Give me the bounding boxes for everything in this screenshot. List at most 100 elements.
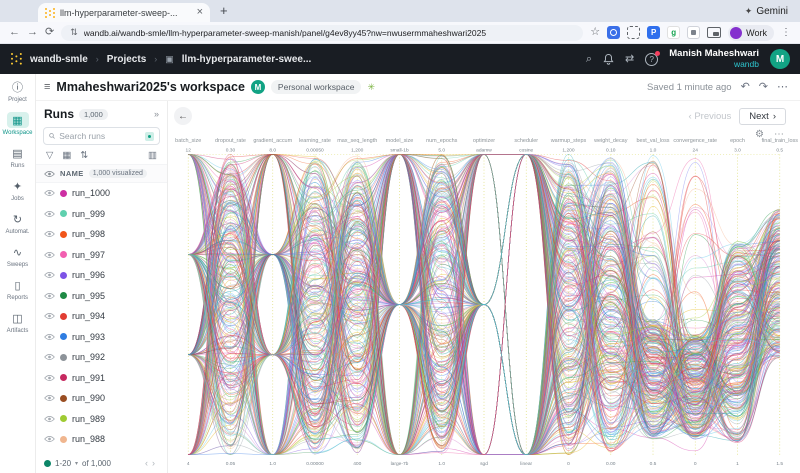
next-panel-button[interactable]: Next › (739, 107, 786, 125)
back-nav-icon[interactable]: ← (9, 27, 20, 38)
axis-label[interactable]: weight_decay (593, 138, 628, 144)
run-visibility-eye-icon[interactable] (44, 210, 55, 218)
run-list-item[interactable]: run_988 (36, 429, 167, 450)
breadcrumb-entity[interactable]: wandb-smle (30, 54, 88, 65)
site-settings-icon[interactable]: ⇅ (70, 27, 78, 38)
browser-tab[interactable]: llm-hyperparameter-sweep-... × (38, 3, 210, 22)
extensions-puzzle-icon[interactable] (687, 26, 701, 39)
axis-label[interactable]: scheduler (514, 138, 538, 144)
tab-close-icon[interactable]: × (197, 7, 203, 18)
run-visibility-eye-icon[interactable] (44, 333, 55, 341)
extension-icon-capture[interactable] (627, 26, 641, 39)
run-visibility-eye-icon[interactable] (44, 292, 55, 300)
panel-menu-icon[interactable]: ⋯ (774, 129, 784, 140)
run-visibility-eye-icon[interactable] (44, 251, 55, 259)
sync-icon[interactable]: ⇄ (625, 53, 634, 65)
forward-nav-icon[interactable]: → (27, 27, 38, 38)
run-visibility-eye-icon[interactable] (44, 271, 55, 279)
run-list-item[interactable]: run_993 (36, 327, 167, 348)
run-list-item[interactable]: run_994 (36, 306, 167, 327)
group-icon[interactable]: ▦ (62, 150, 71, 161)
axis-label[interactable]: dropout_rate (215, 138, 246, 144)
run-list-item[interactable]: run_998 (36, 224, 167, 245)
axis-label[interactable]: warmup_steps (550, 138, 587, 144)
sidebar-item-workspace[interactable]: ▦ Workspace (1, 112, 35, 136)
bell-icon[interactable] (603, 53, 614, 65)
axis-label[interactable]: batch_size (175, 138, 201, 144)
run-visibility-eye-icon[interactable] (44, 394, 55, 402)
run-visibility-eye-icon[interactable] (44, 189, 55, 197)
help-icon[interactable]: ? (645, 50, 661, 66)
run-list-item[interactable]: run_999 (36, 204, 167, 225)
panel-settings-gear-icon[interactable]: ⚙ (755, 129, 764, 140)
expand-panel-icon[interactable]: » (154, 109, 159, 119)
run-visibility-eye-icon[interactable] (44, 353, 55, 361)
sidebar-item-sweeps[interactable]: ∿ Sweeps (1, 244, 35, 269)
run-list-item[interactable]: run_997 (36, 245, 167, 266)
filter-icon[interactable]: ▽ (46, 150, 53, 161)
run-list-item[interactable]: run_991 (36, 368, 167, 389)
redo-icon[interactable]: ↷ (759, 81, 768, 93)
sidebar-item-automat[interactable]: ↻ Automat. (1, 211, 35, 236)
runs-search-box[interactable] (43, 127, 160, 145)
axis-label[interactable]: convergence_rate (673, 138, 717, 144)
axis-label[interactable]: gradient_accum (253, 138, 292, 144)
sidebar-item-runs[interactable]: ▤ Runs (1, 145, 35, 170)
browser-profile-chip[interactable]: Work (728, 24, 774, 41)
bookmark-star-icon[interactable]: ☆ (590, 27, 600, 38)
axis-label[interactable]: max_seq_length (337, 138, 377, 144)
extension-icon-blue[interactable] (607, 26, 621, 39)
parallel-coordinates-panel[interactable]: batch_size 12 4 dropout_rate 0.30 0.05 gradien… (170, 133, 798, 471)
breadcrumb-project[interactable]: llm-hyperparameter-swee... (182, 54, 312, 65)
run-visibility-eye-icon[interactable] (44, 312, 55, 320)
axis-label[interactable]: num_epochs (426, 138, 457, 144)
undo-icon[interactable]: ↶ (741, 81, 750, 93)
run-list-item[interactable]: run_995 (36, 286, 167, 307)
run-visibility-eye-icon[interactable] (44, 230, 55, 238)
axis-label[interactable]: best_val_loss (636, 138, 669, 144)
columns-icon[interactable]: ▥ (148, 150, 157, 161)
run-list-item[interactable]: run_996 (36, 265, 167, 286)
user-block[interactable]: Manish Maheshwari wandb (669, 48, 759, 70)
breadcrumb-projects[interactable]: Projects (107, 54, 146, 65)
run-visibility-eye-icon[interactable] (44, 415, 55, 423)
page-range-caret-icon[interactable]: ▾ (75, 460, 78, 467)
axis-label[interactable]: optimizer (473, 138, 495, 144)
run-list-item[interactable]: run_990 (36, 388, 167, 409)
run-list-item[interactable]: run_1000 (36, 183, 167, 204)
reload-icon[interactable]: ⟳ (45, 27, 54, 38)
axis-label[interactable]: epoch (730, 138, 745, 144)
parallel-coordinates-chart[interactable]: batch_size124dropout_rate0.300.05gradien… (170, 133, 798, 471)
run-visibility-eye-icon[interactable] (44, 435, 55, 443)
run-list-item[interactable]: run_989 (36, 409, 167, 430)
sidebar-item-jobs[interactable]: ✦ Jobs (1, 178, 35, 203)
new-tab-button[interactable]: + (220, 0, 228, 22)
panel-toggle-icon[interactable]: ≡ (44, 81, 50, 93)
user-avatar[interactable]: M (770, 49, 790, 69)
wandb-logo-icon[interactable] (10, 53, 22, 65)
name-column-header[interactable]: NAME (60, 169, 84, 178)
search-icon[interactable]: ⌕ (586, 53, 592, 65)
side-panel-icon[interactable] (707, 27, 722, 38)
runs-search-input[interactable] (59, 131, 141, 141)
regex-toggle-icon[interactable] (145, 131, 154, 141)
visibility-icon[interactable] (44, 170, 55, 178)
axis-label[interactable]: model_size (386, 138, 414, 144)
sidebar-item-artifacts[interactable]: ◫ Artifacts (1, 310, 35, 335)
run-visibility-eye-icon[interactable] (44, 374, 55, 382)
personal-workspace-pill[interactable]: Personal workspace (270, 80, 362, 94)
url-bar[interactable]: ⇅ wandb.ai/wandb-smle/llm-hyperparameter… (61, 24, 584, 41)
sidebar-item-project[interactable]: ⓘ Project (1, 79, 35, 103)
page-range[interactable]: 1-20 (55, 459, 71, 468)
page-next-icon[interactable]: › (152, 458, 159, 468)
previous-panel-button[interactable]: ‹ Previous (689, 111, 732, 122)
extension-icon-green[interactable]: g (667, 26, 681, 39)
extension-icon-p[interactable]: P (647, 26, 661, 39)
sparkle-icon[interactable]: ✳ (367, 82, 375, 93)
page-prev-icon[interactable]: ‹ (145, 458, 152, 468)
run-list-item[interactable]: run_992 (36, 347, 167, 368)
browser-menu-icon[interactable]: ⋮ (781, 27, 791, 38)
sidebar-item-reports[interactable]: ▯ Reports (1, 277, 35, 302)
sort-icon[interactable]: ⇅ (80, 150, 88, 161)
back-button[interactable]: ← (174, 107, 192, 125)
